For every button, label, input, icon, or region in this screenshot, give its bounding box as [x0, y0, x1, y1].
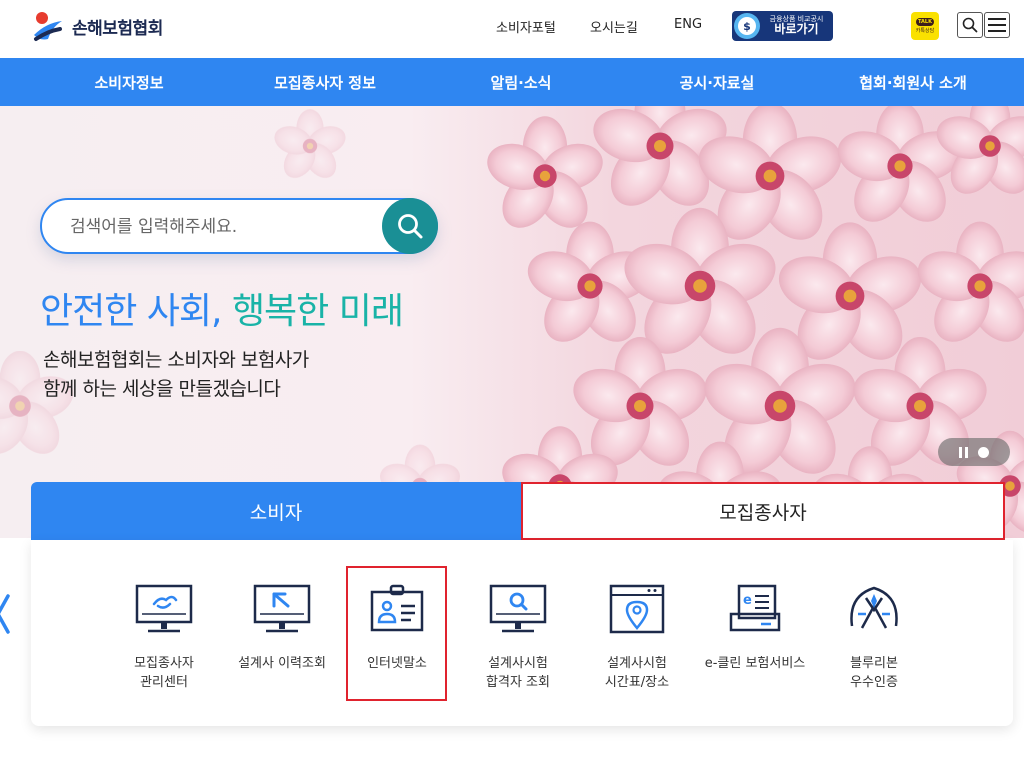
- quick-item-label: 인터넷말소: [367, 656, 427, 671]
- tab-consumer[interactable]: 소비자: [31, 482, 521, 540]
- header-search-button[interactable]: [957, 12, 983, 38]
- eng-link[interactable]: ENG: [674, 17, 702, 32]
- global-nav: 소비자정보 모집종사자 정보 알림·소식 공시·자료실 협회·회원사 소개: [0, 58, 1024, 106]
- menu-button[interactable]: [984, 12, 1010, 38]
- quick-item-blue-ribbon[interactable]: 블루리본 우수인증: [819, 584, 929, 692]
- browser-location-icon: [609, 584, 665, 634]
- hero-subtitle: 손해보험협회는 소비자와 보험사가 함께 하는 세상을 만들겠습니다: [43, 346, 309, 404]
- main-search-button[interactable]: [382, 198, 438, 254]
- pause-icon[interactable]: [959, 446, 968, 458]
- quick-item-label: e-클린 보험서비스: [704, 656, 806, 671]
- e-document-icon: e: [729, 584, 781, 632]
- svg-text:e: e: [743, 593, 752, 608]
- hero-subtitle-line2: 함께 하는 세상을 만들겠습니다: [43, 378, 281, 400]
- quick-item-label: 블루리본 우수인증: [850, 656, 898, 690]
- quick-item-label: 설계사시험 시간표/장소: [604, 656, 670, 690]
- quick-item-internet-cancel[interactable]: 인터넷말소: [342, 584, 452, 673]
- directions-link[interactable]: 오시는길: [590, 17, 638, 36]
- compare-big-label: 바로가기: [774, 22, 819, 37]
- nav-consumer-info[interactable]: 소비자정보: [94, 72, 163, 93]
- chevron-left-icon[interactable]: [0, 592, 12, 636]
- monitor-cursor-icon: [253, 584, 311, 633]
- kakao-talk-button[interactable]: TALK 카톡상담: [911, 12, 939, 40]
- quick-item-label: 설계사 이력조회: [238, 656, 326, 671]
- hero-title-part1: 안전한 사회,: [40, 291, 232, 332]
- hamburger-icon: [988, 18, 1006, 32]
- hero-banner: 안전한 사회, 행복한 미래 손해보험협회는 소비자와 보험사가 함께 하는 세…: [0, 106, 1024, 538]
- id-card-icon: [370, 584, 424, 632]
- quick-item-label: 설계사시험 합격자 조회: [486, 656, 550, 690]
- header: 손해보험협회 소비자포털 오시는길 ENG $ 금융상품 비교공시 바로가기 T…: [0, 0, 1024, 58]
- quick-item-label: 모집종사자 관리센터: [134, 656, 194, 690]
- blue-ribbon-icon: [850, 586, 898, 629]
- consumer-portal-link[interactable]: 소비자포털: [496, 17, 556, 36]
- nav-about[interactable]: 협회·회원사 소개: [859, 72, 967, 93]
- coin-icon: $: [734, 13, 760, 39]
- quick-item-agent-history[interactable]: 설계사 이력조회: [227, 584, 337, 673]
- main-search-input[interactable]: [70, 213, 370, 241]
- hero-title-part2: 행복한 미래: [231, 291, 404, 332]
- quick-item-exam-result[interactable]: 설계사시험 합격자 조회: [463, 584, 573, 692]
- monitor-search-icon: [489, 584, 547, 633]
- search-icon: [962, 17, 978, 33]
- slide-pager[interactable]: [938, 438, 1010, 466]
- nav-agent-info[interactable]: 모집종사자 정보: [274, 72, 376, 93]
- monitor-handshake-icon: [135, 584, 193, 633]
- hero-subtitle-line1: 손해보험협회는 소비자와 보험사가: [43, 349, 309, 371]
- kakao-talk-label: 카톡상담: [915, 28, 935, 34]
- main-search-box: [40, 198, 438, 254]
- hero-title: 안전한 사회, 행복한 미래: [40, 282, 404, 334]
- quick-item-eclean[interactable]: e e-클린 보험서비스: [700, 584, 810, 673]
- logo[interactable]: 손해보험협회: [30, 9, 163, 43]
- nav-news[interactable]: 알림·소식: [491, 72, 552, 93]
- quick-item-agent-center[interactable]: 모집종사자 관리센터: [109, 584, 219, 692]
- kakao-talk-icon: TALK: [916, 18, 934, 26]
- nav-disclosure[interactable]: 공시·자료실: [680, 72, 755, 93]
- logo-icon: [34, 12, 62, 41]
- financial-compare-button[interactable]: $ 금융상품 비교공시 바로가기: [732, 11, 833, 41]
- logo-text: 손해보험협회: [72, 18, 163, 39]
- slide-dot[interactable]: [978, 446, 989, 458]
- search-icon: [398, 214, 423, 239]
- quick-item-exam-schedule[interactable]: 설계사시험 시간표/장소: [582, 584, 692, 692]
- tab-agent[interactable]: 모집종사자: [521, 482, 1005, 540]
